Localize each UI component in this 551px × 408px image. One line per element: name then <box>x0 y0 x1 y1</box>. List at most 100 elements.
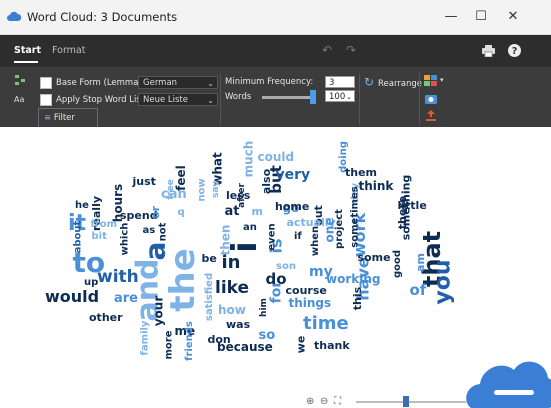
font-size-icon[interactable]: Aa <box>14 95 24 104</box>
cloud-word[interactable]: if <box>294 232 302 242</box>
words-slider-thumb[interactable] <box>310 90 316 104</box>
cloud-app-icon <box>7 11 21 21</box>
cloud-word[interactable]: more <box>163 330 174 359</box>
cloud-word[interactable]: other <box>89 312 123 323</box>
cloud-word[interactable]: in <box>222 254 241 272</box>
cloud-word[interactable]: would <box>45 289 99 305</box>
words-slider-track[interactable] <box>262 96 316 99</box>
cloud-word[interactable]: q <box>178 208 185 218</box>
cloud-word[interactable]: now <box>196 178 207 201</box>
cloud-word[interactable]: much <box>241 141 255 178</box>
cloud-word[interactable]: we <box>294 335 307 353</box>
cloud-word[interactable]: don <box>208 334 231 345</box>
filter-label: Filter <box>53 113 75 123</box>
cloud-word[interactable]: one <box>322 218 336 243</box>
zoom-slider-thumb[interactable] <box>402 396 409 407</box>
cloud-word[interactable]: this <box>351 286 364 309</box>
filter-button[interactable]: ≡ Filter <box>38 108 98 128</box>
cloud-word[interactable]: him <box>258 298 268 317</box>
cloud-word[interactable]: your <box>151 296 165 327</box>
cloud-word[interactable]: do <box>266 271 287 287</box>
group-divider <box>419 73 420 125</box>
cloud-word[interactable]: sometimes <box>349 186 360 247</box>
min-frequency-input[interactable]: 3 <box>325 76 355 88</box>
base-form-checkbox[interactable] <box>40 77 52 89</box>
cloud-word[interactable]: from <box>91 220 118 230</box>
help-icon[interactable]: ? <box>508 44 521 57</box>
stop-word-checkbox[interactable] <box>40 94 52 106</box>
cloud-word[interactable]: up <box>84 278 98 288</box>
cloud-word[interactable]: about <box>72 221 83 254</box>
cloud-word[interactable]: of <box>410 282 427 298</box>
cloud-word[interactable]: bit <box>92 232 107 242</box>
cloud-word[interactable]: was <box>226 319 250 330</box>
cloud-word[interactable]: like <box>215 279 249 297</box>
close-button[interactable]: ✕ <box>500 7 526 27</box>
cloud-word[interactable]: them <box>345 167 377 178</box>
cloud-word[interactable]: as <box>143 226 156 236</box>
cloud-word[interactable]: satisfied <box>204 273 215 321</box>
cloud-word[interactable]: he <box>75 201 89 211</box>
cloud-word[interactable]: something <box>399 174 412 240</box>
maximize-button[interactable]: ☐ <box>468 7 494 27</box>
tab-start[interactable]: Start <box>14 45 41 56</box>
cloud-word[interactable]: you <box>430 259 455 304</box>
fit-to-window-icon[interactable]: ⛶ <box>334 396 341 407</box>
cloud-word[interactable]: even <box>266 223 277 250</box>
stop-word-label: Apply Stop Word List <box>56 95 145 105</box>
words-count-select[interactable]: 100 ⌄ <box>325 90 355 102</box>
cloud-word[interactable]: with <box>97 268 139 286</box>
rearrange-button[interactable]: Rearrange <box>378 79 422 89</box>
redo-icon[interactable]: ↷ <box>346 43 356 57</box>
cloud-word[interactable]: course <box>286 285 327 296</box>
rearrange-icon[interactable]: ↻ <box>364 75 374 89</box>
cloud-word[interactable]: friends <box>184 321 195 361</box>
stop-list-select[interactable]: Neue Liste ⌄ <box>138 93 218 106</box>
cloud-word[interactable]: time <box>303 315 349 333</box>
zoom-out-icon[interactable]: ⊖ <box>320 396 328 407</box>
export-icon[interactable] <box>426 110 436 121</box>
cloud-word[interactable]: be <box>202 253 217 264</box>
cloud-word[interactable]: working <box>326 273 380 285</box>
cloud-word[interactable]: am <box>413 253 426 272</box>
cloud-word[interactable]: thank <box>314 340 350 351</box>
tree-icon[interactable] <box>14 74 26 86</box>
word-cloud-window: Word Cloud: 3 Documents — ☐ ✕ Start Form… <box>0 0 551 408</box>
color-palette-icon[interactable] <box>424 75 437 87</box>
cloud-word[interactable]: family <box>139 321 150 356</box>
camera-icon[interactable] <box>425 93 437 104</box>
min-frequency-value: 3 <box>329 78 335 88</box>
tab-format[interactable]: Format <box>52 45 85 56</box>
cloud-word[interactable]: or <box>148 206 161 219</box>
cloud-word[interactable]: a <box>138 242 171 261</box>
cloud-word[interactable]: son <box>276 262 296 272</box>
cloud-word[interactable]: things <box>289 297 332 309</box>
cloud-word[interactable]: very <box>276 168 311 182</box>
cloud-word[interactable]: an <box>243 223 257 233</box>
cloud-word[interactable]: then <box>218 225 232 256</box>
cloud-word[interactable]: are <box>114 292 138 305</box>
cloud-word[interactable]: think <box>359 180 394 192</box>
cloud-word[interactable]: free <box>165 179 175 200</box>
cloud-word[interactable]: good <box>392 250 403 278</box>
cloud-word[interactable]: home <box>275 201 309 212</box>
chevron-down-icon[interactable]: ▾ <box>440 76 444 84</box>
zoom-in-icon[interactable]: ⊕ <box>306 396 314 407</box>
language-select[interactable]: German ⌄ <box>138 76 218 89</box>
minimize-button[interactable]: — <box>438 7 464 27</box>
cloud-word[interactable]: some <box>358 252 391 263</box>
undo-icon[interactable]: ↶ <box>322 43 332 57</box>
cloud-word[interactable]: when <box>310 226 321 256</box>
cloud-word[interactable]: feel <box>174 165 188 191</box>
cloud-word[interactable]: m <box>252 206 263 217</box>
cloud-word[interactable]: not <box>157 223 168 242</box>
print-icon[interactable] <box>482 45 495 57</box>
cloud-word[interactable]: how <box>218 304 246 316</box>
cloud-word[interactable]: which <box>119 223 130 256</box>
cloud-word[interactable]: just <box>133 176 156 187</box>
cloud-word[interactable]: say <box>211 180 221 197</box>
cloud-word[interactable]: less <box>226 190 250 201</box>
cloud-word[interactable]: also <box>260 168 273 193</box>
cloud-word[interactable]: could <box>258 151 295 163</box>
zoom-slider-track[interactable] <box>356 401 466 403</box>
